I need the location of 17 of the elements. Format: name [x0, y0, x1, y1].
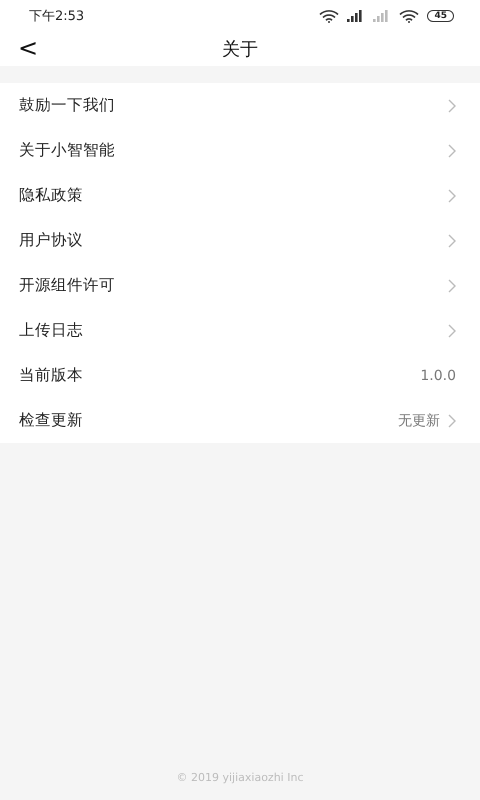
- settings-row[interactable]: 当前版本 1.0.0: [0, 353, 480, 398]
- row-value: 无更新: [398, 412, 440, 430]
- settings-row[interactable]: 隐私政策: [0, 173, 480, 218]
- settings-row[interactable]: 开源组件许可: [0, 263, 480, 308]
- settings-row[interactable]: 用户协议: [0, 218, 480, 263]
- row-value: 1.0.0: [420, 368, 456, 384]
- settings-row[interactable]: 关于小智智能: [0, 128, 480, 173]
- wifi-icon: [399, 10, 420, 22]
- settings-row[interactable]: 上传日志: [0, 308, 480, 353]
- status-time: 下午2:53: [29, 8, 84, 25]
- wifi-icon: [319, 10, 340, 22]
- settings-row[interactable]: 鼓励一下我们: [0, 83, 480, 128]
- copyright-text: © 2019 yijiaxiaozhi Inc: [176, 771, 304, 784]
- page-title: 关于: [222, 38, 258, 61]
- battery-icon: 45: [427, 10, 454, 22]
- settings-row[interactable]: 检查更新 无更新: [0, 398, 480, 443]
- back-button[interactable]: <: [14, 34, 42, 62]
